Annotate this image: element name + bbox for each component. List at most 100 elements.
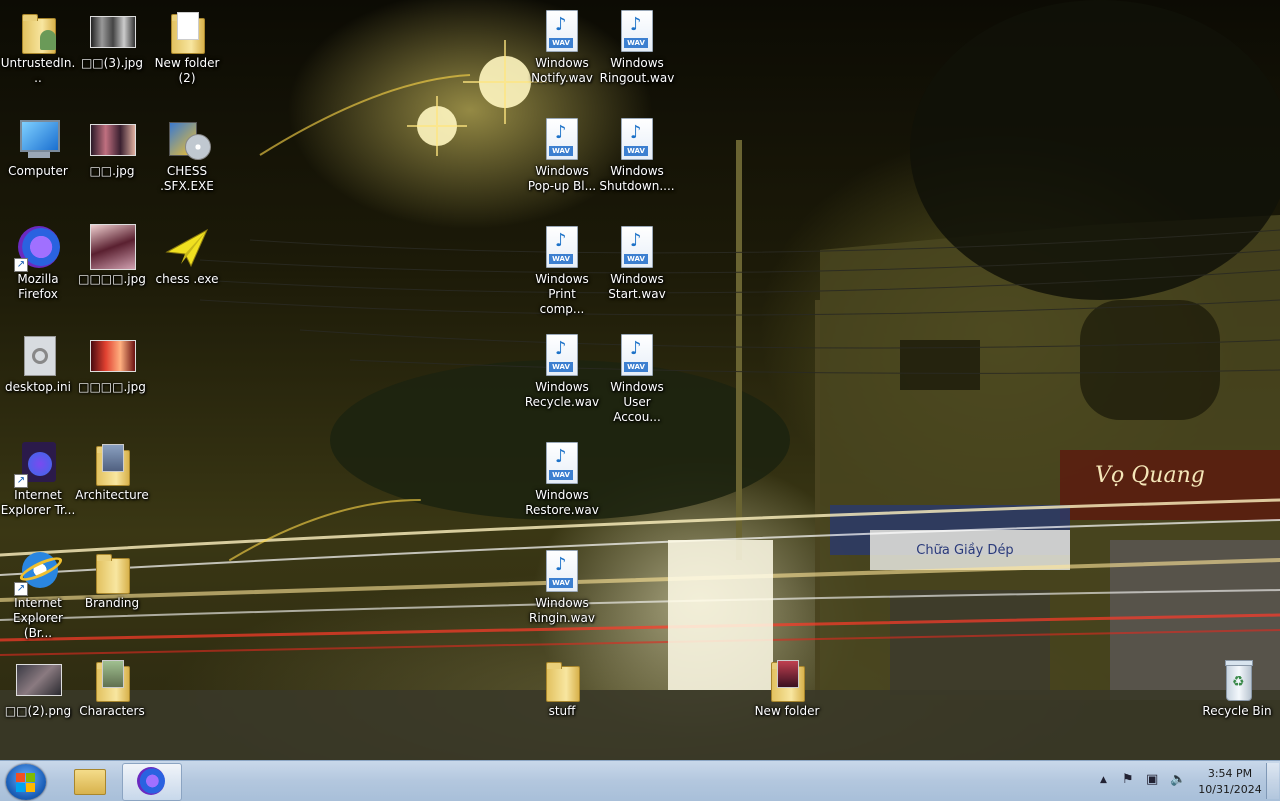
image-thumbnail-icon bbox=[88, 116, 136, 164]
icon-label: Characters bbox=[79, 704, 145, 718]
icon-label: Branding bbox=[84, 596, 140, 610]
audio-file-icon: ♪ WAV bbox=[538, 332, 586, 380]
audio-file-icon: ♪ WAV bbox=[613, 332, 661, 380]
icon-label: □□□□.jpg bbox=[78, 380, 146, 394]
audio-file-icon: ♪ WAV bbox=[538, 116, 586, 164]
desktop-icon-chess-exe[interactable]: chess .exe bbox=[149, 224, 225, 287]
desktop-icon-windows-ringout-wav[interactable]: ♪ WAV Windows Ringout.wav bbox=[599, 8, 675, 86]
icon-label: Recycle Bin bbox=[1202, 704, 1272, 718]
desktop-icon-windows-print-wav[interactable]: ♪ WAV Windows Print comp... bbox=[524, 224, 600, 317]
desktop-icon-img3[interactable]: □□(3).jpg bbox=[74, 8, 150, 71]
icon-label: Architecture bbox=[75, 488, 149, 502]
firefox-icon bbox=[137, 767, 165, 795]
icon-label: Windows Ringin.wav bbox=[529, 596, 595, 625]
desktop-icon-img4b[interactable]: □□□□.jpg bbox=[74, 332, 150, 395]
desktop-icon-desktop-ini[interactable]: desktop.ini bbox=[0, 332, 76, 395]
icon-label: □□(3).jpg bbox=[80, 56, 144, 70]
desktop-icon-stuff-folder[interactable]: stuff bbox=[524, 656, 600, 719]
desktop-icon-windows-restore-wav[interactable]: ♪ WAV Windows Restore.wav bbox=[524, 440, 600, 518]
icon-label: stuff bbox=[548, 704, 576, 718]
folder-icon bbox=[88, 440, 136, 488]
desktop-icon-windows-notify-wav[interactable]: ♪ WAV Windows Notify.wav bbox=[524, 8, 600, 86]
audio-file-icon: ♪ WAV bbox=[613, 8, 661, 56]
icon-label: □□.jpg bbox=[89, 164, 135, 178]
icon-label: Mozilla Firefox bbox=[17, 272, 59, 301]
desktop-icon-png2[interactable]: □□(2).png bbox=[0, 656, 76, 719]
volume-icon[interactable]: 🔈 bbox=[1170, 772, 1186, 787]
icon-label: desktop.ini bbox=[5, 380, 71, 394]
folder-icon bbox=[763, 656, 811, 704]
taskbar-file-explorer-button[interactable] bbox=[60, 763, 118, 799]
icon-label: CHESS .SFX.EXE bbox=[160, 164, 214, 193]
audio-file-icon: ♪ WAV bbox=[538, 548, 586, 596]
audio-file-icon: ♪ WAV bbox=[613, 116, 661, 164]
start-button[interactable] bbox=[6, 764, 46, 800]
internet-explorer-icon: ↗ bbox=[14, 548, 65, 596]
shop-subtitle: Chữa Giầy Dép bbox=[916, 543, 1013, 558]
desktop-icon-windows-user-account-wav[interactable]: ♪ WAV Windows User Accou... bbox=[599, 332, 675, 425]
desktop-icon-windows-start-wav[interactable]: ♪ WAV Windows Start.wav bbox=[599, 224, 675, 302]
network-icon[interactable]: ▣ bbox=[1146, 772, 1158, 787]
desktop-icon-windows-popup-wav[interactable]: ♪ WAV Windows Pop-up Bl... bbox=[524, 116, 600, 194]
action-center-flag-icon[interactable]: ⚑ bbox=[1122, 772, 1134, 787]
folder-icon bbox=[163, 8, 211, 56]
icon-label: Windows Print comp... bbox=[535, 272, 589, 316]
icon-label: UntrustedIn... bbox=[0, 56, 76, 85]
folder-icon bbox=[88, 656, 136, 704]
desktop-icon-windows-shutdown-wav[interactable]: ♪ WAV Windows Shutdown.... bbox=[599, 116, 675, 194]
audio-file-icon: ♪ WAV bbox=[538, 8, 586, 56]
desktop-icon-recycle-bin[interactable]: ♻ Recycle Bin bbox=[1199, 656, 1275, 719]
icon-label: Windows Start.wav bbox=[608, 272, 666, 301]
folder-user-icon bbox=[14, 8, 62, 56]
icon-label: □□(2).png bbox=[4, 704, 72, 718]
desktop-icon-new-folder[interactable]: New folder bbox=[749, 656, 825, 719]
icon-label: chess .exe bbox=[155, 272, 219, 286]
desktop-icon-computer[interactable]: Computer bbox=[0, 116, 76, 179]
shop-sign: Vọ Quang bbox=[1095, 463, 1205, 488]
desktop-icon-windows-recycle-wav[interactable]: ♪ WAV Windows Recycle.wav bbox=[524, 332, 600, 410]
settings-file-icon bbox=[14, 332, 62, 380]
system-clock[interactable]: 3:54 PM 10/31/2024 bbox=[1196, 766, 1264, 798]
desktop-icon-branding-folder[interactable]: Branding bbox=[74, 548, 150, 611]
show-desktop-button[interactable] bbox=[1266, 763, 1279, 799]
computer-icon bbox=[14, 116, 62, 164]
desktop-icon-img4a[interactable]: □□□□.jpg bbox=[74, 224, 150, 287]
desktop-icon-ie-browser[interactable]: ↗ Internet Explorer (Br... bbox=[0, 548, 76, 641]
desktop-icon-architecture-folder[interactable]: Architecture bbox=[74, 440, 150, 503]
image-thumbnail-icon bbox=[88, 8, 136, 56]
recycle-bin-icon: ♻ bbox=[1213, 656, 1261, 704]
audio-file-icon: ♪ WAV bbox=[613, 224, 661, 272]
taskbar: ▲ ⚑ ▣ 🔈 3:54 PM 10/31/2024 bbox=[0, 760, 1280, 801]
icon-label: Windows User Accou... bbox=[610, 380, 664, 424]
icon-label: Internet Explorer (Br... bbox=[13, 596, 63, 640]
icon-label: New folder bbox=[754, 704, 820, 718]
show-hidden-icons-icon[interactable]: ▲ bbox=[1100, 775, 1107, 785]
taskbar-firefox-button[interactable] bbox=[122, 763, 182, 801]
installer-icon bbox=[163, 116, 211, 164]
desktop-icon-characters-folder[interactable]: Characters bbox=[74, 656, 150, 719]
firefox-private-icon: ↗ bbox=[14, 440, 62, 488]
clock-time: 3:54 PM bbox=[1207, 767, 1253, 780]
icon-label: Windows Recycle.wav bbox=[524, 380, 600, 409]
folder-icon bbox=[88, 548, 136, 596]
icon-label: Windows Pop-up Bl... bbox=[527, 164, 597, 193]
image-thumbnail-icon bbox=[14, 656, 62, 704]
desktop-icon-img[interactable]: □□.jpg bbox=[74, 116, 150, 179]
desktop-icon-chess-sfx[interactable]: CHESS .SFX.EXE bbox=[149, 116, 225, 194]
desktop-icon-windows-ringin-wav[interactable]: ♪ WAV Windows Ringin.wav bbox=[524, 548, 600, 626]
desktop-icon-firefox[interactable]: ↗ Mozilla Firefox bbox=[0, 224, 76, 302]
icon-label: Windows Shutdown.... bbox=[599, 164, 675, 193]
folder-icon bbox=[538, 656, 586, 704]
image-thumbnail-icon bbox=[88, 224, 136, 272]
icon-label: □□□□.jpg bbox=[78, 272, 146, 286]
image-thumbnail-icon bbox=[88, 332, 136, 380]
desktop-icon-untrusted-folder[interactable]: UntrustedIn... bbox=[0, 8, 76, 86]
icon-label: New folder (2) bbox=[154, 56, 220, 85]
clock-date: 10/31/2024 bbox=[1198, 783, 1262, 796]
audio-file-icon: ♪ WAV bbox=[538, 224, 586, 272]
icon-label: Internet Explorer Tr... bbox=[0, 488, 76, 517]
icon-label: Windows Ringout.wav bbox=[599, 56, 675, 85]
firefox-icon: ↗ bbox=[14, 224, 62, 272]
desktop-icon-ie-tracking[interactable]: ↗ Internet Explorer Tr... bbox=[0, 440, 76, 518]
desktop-icon-new-folder-2[interactable]: New folder (2) bbox=[149, 8, 225, 86]
